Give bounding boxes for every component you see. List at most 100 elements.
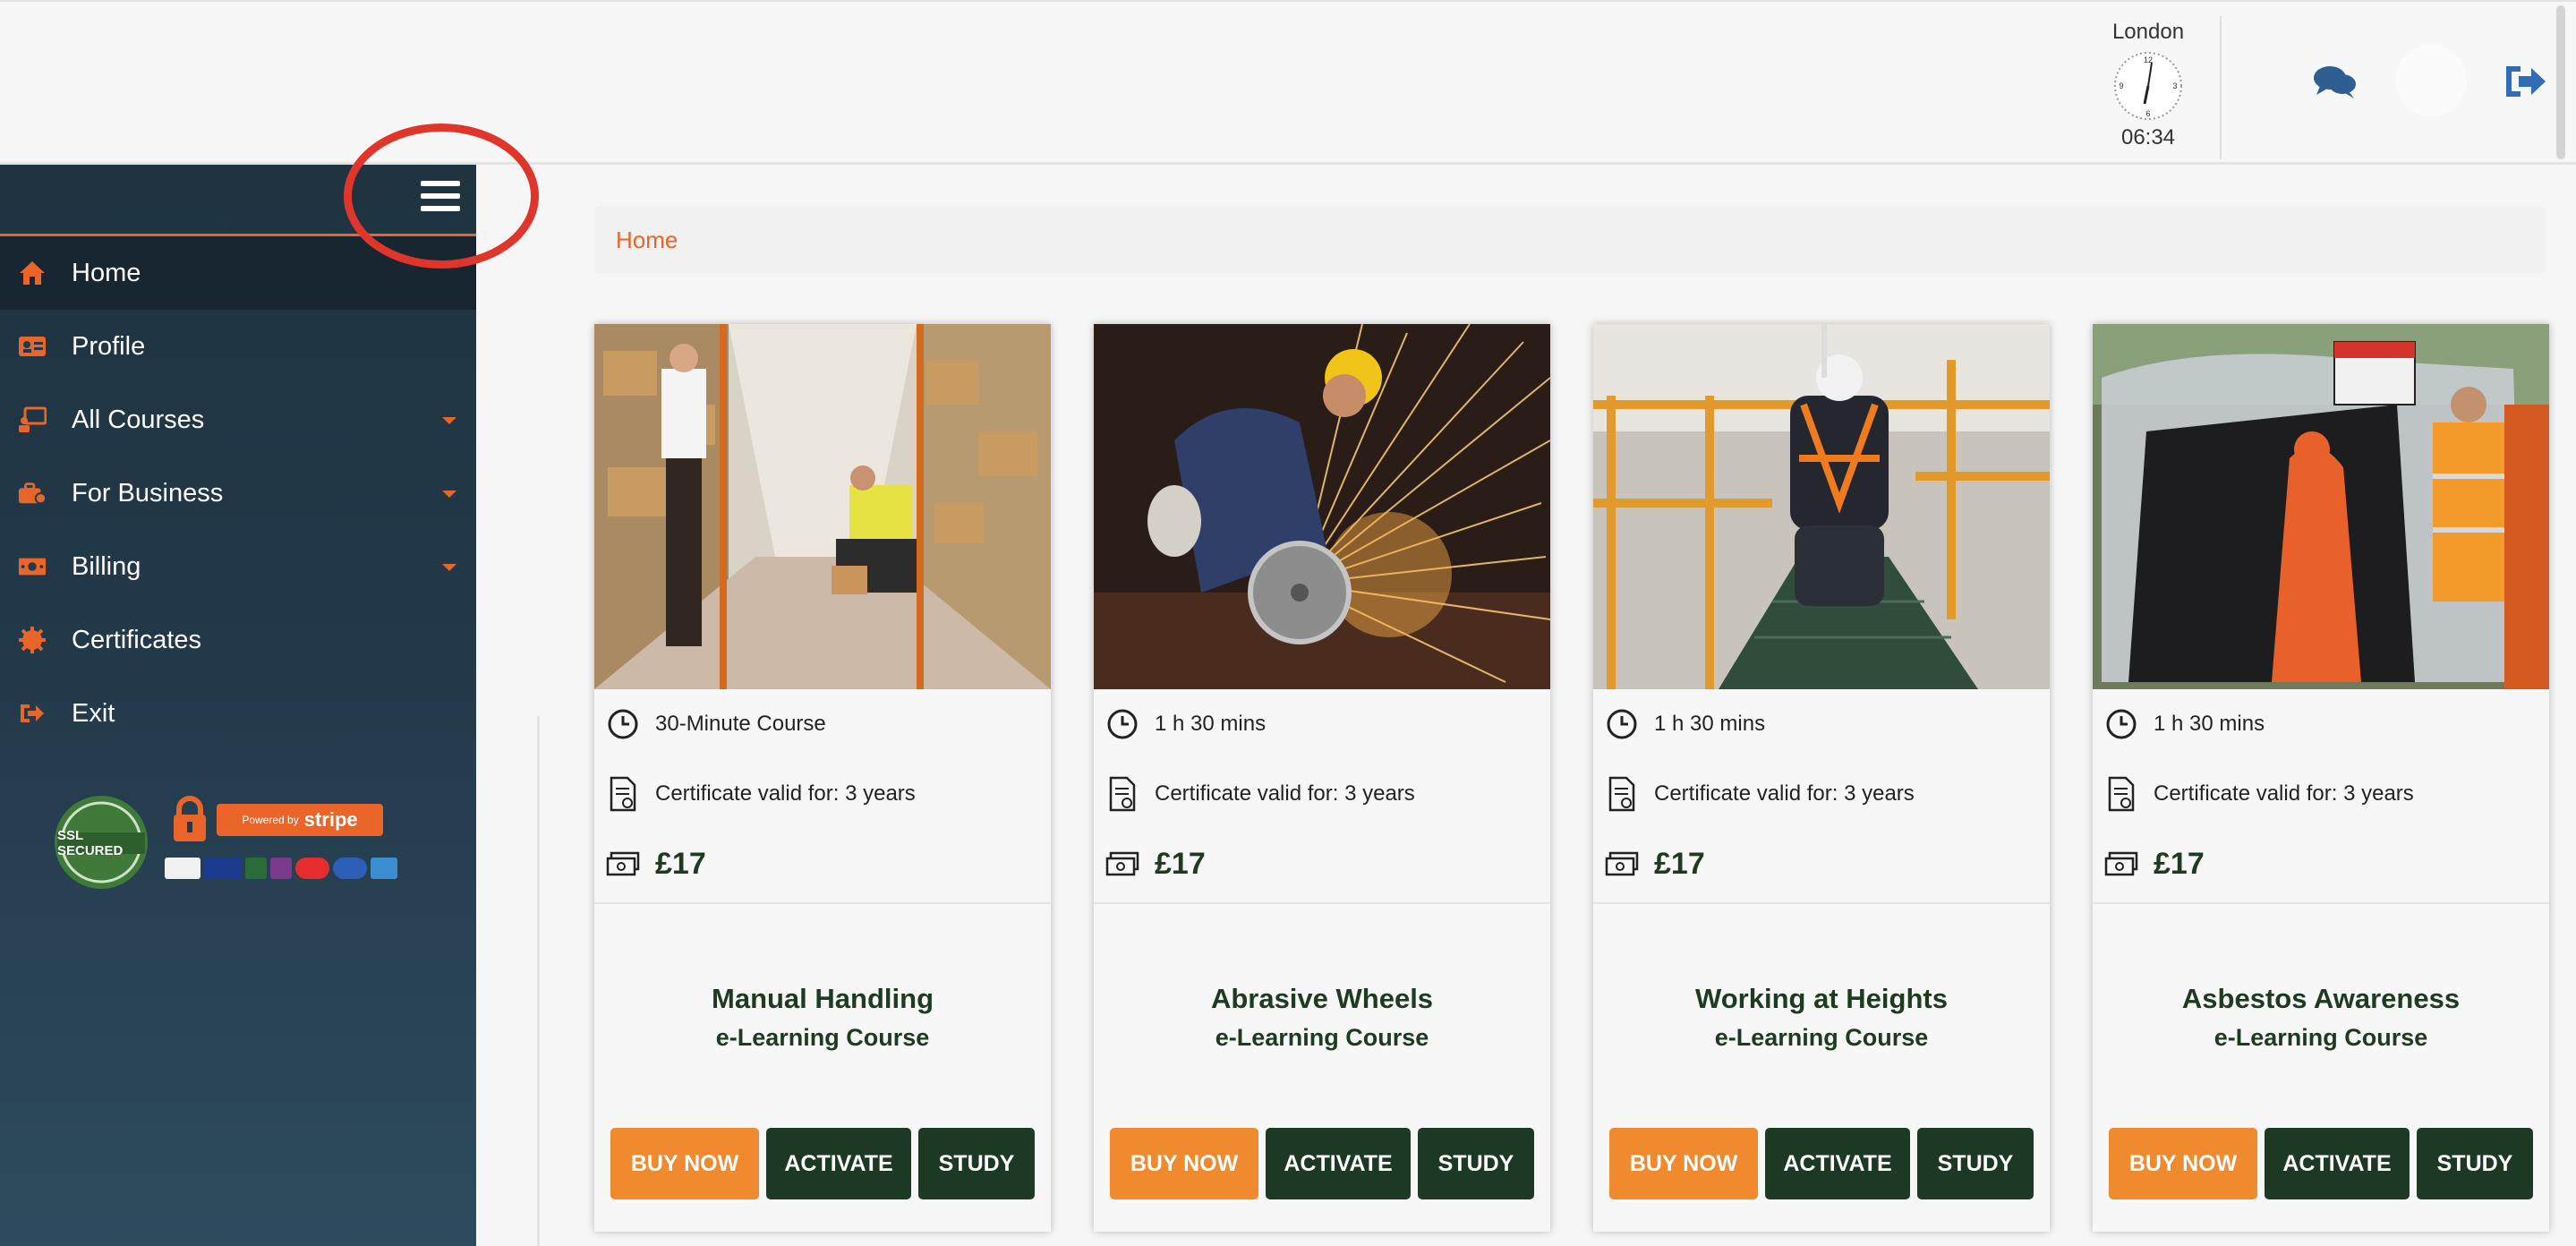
- course-subtitle: e-Learning Course: [715, 1024, 930, 1051]
- teacher-icon: [18, 405, 47, 434]
- hamburger-line: [421, 206, 460, 211]
- course-duration: 30-Minute Course: [655, 712, 826, 736]
- mastercard-icon: [295, 858, 329, 879]
- sidebar-item-exit[interactable]: Exit: [0, 677, 476, 750]
- sidebar-item-for-business[interactable]: For Business: [0, 457, 476, 530]
- course-card-working-at-heights: 1 h 30 mins Certificate valid for: 3 yea…: [1593, 324, 2050, 1232]
- study-button[interactable]: STUDY: [918, 1128, 1035, 1199]
- header-divider: [2220, 16, 2222, 159]
- course-price: £17: [1654, 846, 1705, 881]
- scrollbar[interactable]: [2556, 5, 2565, 159]
- sidebar-item-label: For Business: [72, 478, 224, 508]
- card-divider: [594, 902, 1051, 904]
- activate-button[interactable]: ACTIVATE: [766, 1128, 911, 1199]
- course-price-row: £17: [2093, 829, 2549, 899]
- buy-now-button[interactable]: BUY NOW: [610, 1128, 759, 1199]
- id-card-icon: [18, 332, 47, 361]
- certificate-doc-icon: [2103, 776, 2139, 812]
- switch-card-icon: [270, 858, 292, 879]
- delta-card-icon: [165, 858, 200, 879]
- money-icon: [1105, 846, 1140, 882]
- certificate-validity: Certificate valid for: 3 years: [655, 781, 916, 806]
- chevron-down-icon: [442, 417, 456, 424]
- course-image-warehouse[interactable]: [594, 324, 1051, 689]
- clock-icon: [2103, 706, 2139, 742]
- course-image-grinding[interactable]: [1094, 324, 1550, 689]
- course-actions: BUY NOW ACTIVATE STUDY: [1110, 1128, 1534, 1199]
- course-image-scaffold[interactable]: [1593, 324, 2050, 689]
- course-duration: 1 h 30 mins: [1654, 712, 1766, 736]
- course-duration: 1 h 30 mins: [2154, 712, 2265, 736]
- course-duration-row: 1 h 30 mins: [1593, 689, 2050, 759]
- sidebar-item-label: All Courses: [72, 405, 205, 434]
- money-icon: [1604, 846, 1640, 882]
- clock-icon: 12 3 6 9: [2114, 52, 2182, 120]
- buy-now-button[interactable]: BUY NOW: [1110, 1128, 1258, 1199]
- money-icon: [2103, 846, 2139, 882]
- maestro-card-icon: [333, 858, 367, 879]
- course-image-asbestos[interactable]: [2093, 324, 2549, 689]
- certificate-validity: Certificate valid for: 3 years: [1654, 781, 1915, 806]
- sidebar-item-certificates[interactable]: Certificates: [0, 603, 476, 677]
- card-divider: [2093, 902, 2549, 904]
- svg-text:3: 3: [2172, 81, 2177, 90]
- stripe-badge: Powered by stripe: [217, 804, 383, 836]
- certificate-doc-icon: [605, 776, 641, 812]
- buy-now-button[interactable]: BUY NOW: [1609, 1128, 1758, 1199]
- course-subtitle: e-Learning Course: [2213, 1024, 2428, 1051]
- course-price-row: £17: [594, 829, 1051, 899]
- course-price: £17: [655, 846, 706, 881]
- sidebar-item-all-courses[interactable]: All Courses: [0, 383, 476, 457]
- course-title: Manual Handling: [712, 983, 934, 1014]
- course-price: £17: [2154, 846, 2205, 881]
- clock-icon: [1105, 706, 1140, 742]
- ssl-seal-text: SSL SECURED: [57, 828, 124, 858]
- hamburger-line: [421, 193, 460, 199]
- business-icon: [18, 479, 47, 508]
- activate-button[interactable]: ACTIVATE: [1266, 1128, 1411, 1199]
- hamburger-icon: [421, 181, 460, 186]
- sidebar-item-billing[interactable]: Billing: [0, 530, 476, 603]
- card-divider: [1593, 902, 2050, 904]
- study-button[interactable]: STUDY: [1917, 1128, 2034, 1199]
- course-title: Working at Heights: [1695, 983, 1948, 1014]
- sidebar-item-label: Home: [72, 258, 141, 287]
- sidebar: Home Profile All Courses For Business Bi…: [0, 165, 476, 1246]
- certificate-validity-row: Certificate valid for: 3 years: [1094, 759, 1550, 829]
- visa-card-icon: [204, 858, 242, 879]
- activate-button[interactable]: ACTIVATE: [2265, 1128, 2410, 1199]
- buy-now-button[interactable]: BUY NOW: [2109, 1128, 2257, 1199]
- certificate-validity-row: Certificate valid for: 3 years: [1593, 759, 2050, 829]
- course-price: £17: [1155, 846, 1206, 881]
- study-button[interactable]: STUDY: [1418, 1128, 1534, 1199]
- certificate-doc-icon: [1105, 776, 1140, 812]
- course-actions: BUY NOW ACTIVATE STUDY: [610, 1128, 1035, 1199]
- clock-time: 06:34: [2120, 125, 2176, 149]
- study-button[interactable]: STUDY: [2417, 1128, 2533, 1199]
- course-price-row: £17: [1094, 829, 1550, 899]
- course-title: Asbestos Awareness: [2181, 983, 2461, 1014]
- clock-icon: [1604, 706, 1640, 742]
- menu-toggle-button[interactable]: [421, 181, 460, 217]
- course-subtitle: e-Learning Course: [1215, 1024, 1429, 1051]
- amex-card-icon: [371, 858, 397, 879]
- course-duration-row: 30-Minute Course: [594, 689, 1051, 759]
- activate-button[interactable]: ACTIVATE: [1765, 1128, 1910, 1199]
- certificate-doc-icon: [1604, 776, 1640, 812]
- sign-out-icon[interactable]: [2503, 63, 2547, 100]
- sidebar-header: [0, 165, 476, 236]
- course-card-abrasive-wheels: 1 h 30 mins Certificate valid for: 3 yea…: [1094, 324, 1550, 1232]
- course-actions: BUY NOW ACTIVATE STUDY: [1609, 1128, 2034, 1199]
- sidebar-item-home[interactable]: Home: [0, 236, 476, 310]
- chevron-down-icon: [442, 564, 456, 571]
- course-duration-row: 1 h 30 mins: [2093, 689, 2549, 759]
- breadcrumb-home-link[interactable]: Home: [616, 226, 678, 254]
- chat-icon[interactable]: [2313, 64, 2358, 100]
- avatar[interactable]: [2395, 45, 2467, 116]
- breadcrumb: Home: [594, 206, 2546, 274]
- course-price-row: £17: [1593, 829, 2050, 899]
- sidebar-item-profile[interactable]: Profile: [0, 310, 476, 383]
- stripe-powered-text: Powered by: [242, 814, 299, 826]
- card-logos: [165, 858, 397, 879]
- money-icon: [605, 846, 641, 882]
